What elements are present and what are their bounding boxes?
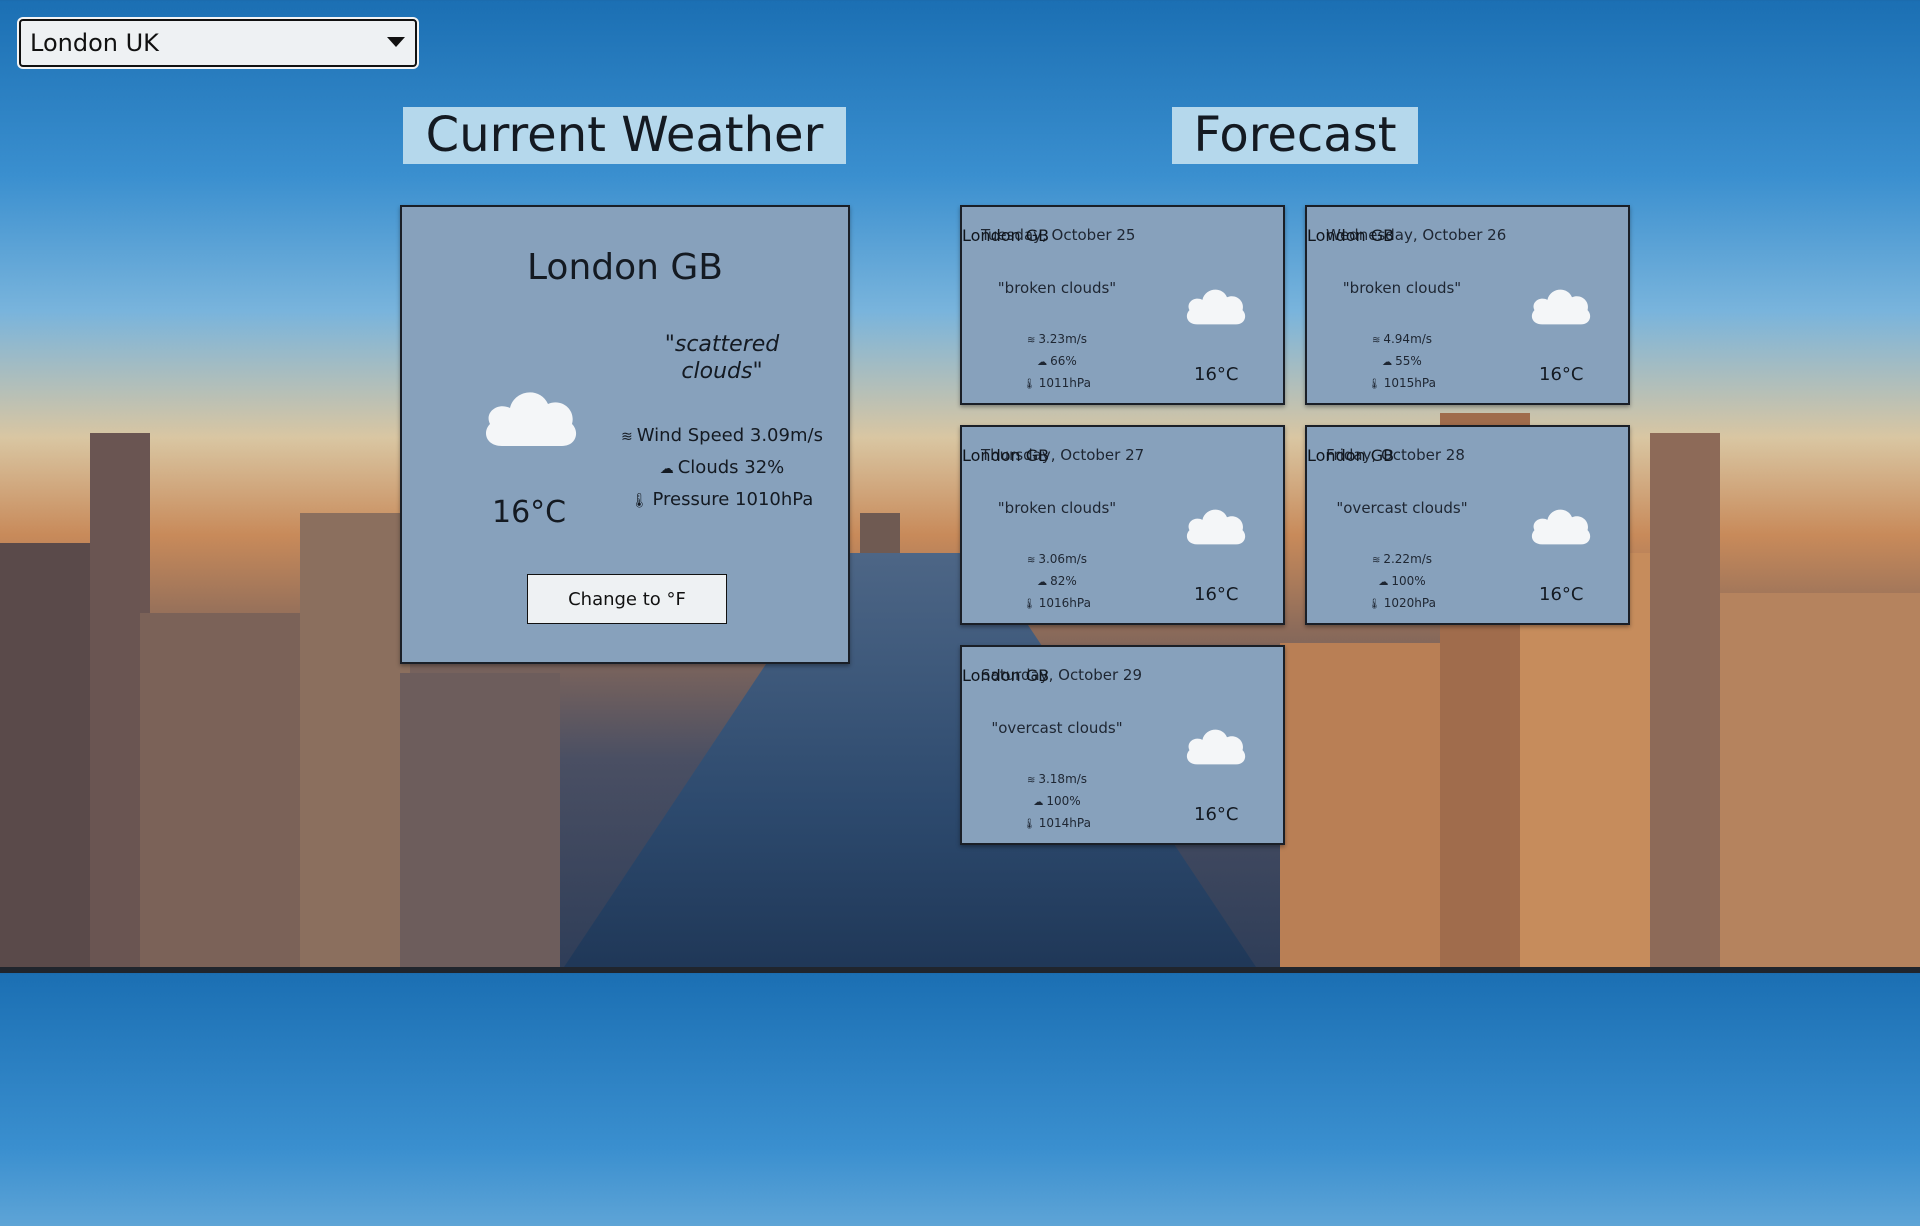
- thermometer-icon: 🌡: [630, 493, 649, 509]
- forecast-pressure: 1015hPa: [1383, 376, 1436, 390]
- clouds-row: ☁ Clouds 32%: [612, 457, 832, 480]
- forecast-date: Thursday, October 27: [981, 446, 1145, 464]
- forecast-card: Friday, October 28 London GB "overcast c…: [1305, 425, 1630, 625]
- forecast-wind: 3.23m/s: [1038, 332, 1088, 346]
- forecast-clouds: 82%: [1050, 574, 1077, 588]
- forecast-stats: ≋ 3.18m/s ☁ 100% 🌡 1014hPa: [962, 769, 1152, 835]
- forecast-date: Wednesday, October 26: [1326, 226, 1507, 244]
- thermometer-icon: 🌡: [1023, 599, 1036, 610]
- forecast-stats: ≋ 3.23m/s ☁ 66% 🌡 1011hPa: [962, 329, 1152, 395]
- thermometer-icon: 🌡: [1368, 599, 1381, 610]
- forecast-temperature: 16°C: [1539, 364, 1584, 385]
- wind-icon: ≋: [1026, 335, 1036, 346]
- forecast-card: Saturday, October 29 London GB "overcast…: [960, 645, 1285, 845]
- forecast-description: "broken clouds": [997, 499, 1117, 517]
- wind-icon: ≋: [1371, 335, 1381, 346]
- forecast-card: Wednesday, October 26 London GB "broken …: [1305, 205, 1630, 405]
- cloud-small-icon: ☁: [659, 461, 674, 477]
- forecast-wind: 3.06m/s: [1038, 552, 1088, 566]
- change-unit-button[interactable]: Change to °F: [527, 574, 727, 624]
- pressure-value: Pressure 1010hPa: [652, 489, 814, 510]
- forecast-pressure: 1016hPa: [1038, 596, 1091, 610]
- forecast-description: "broken clouds": [1342, 279, 1462, 297]
- cloud-icon: [1184, 723, 1248, 767]
- forecast-wind: 2.22m/s: [1383, 552, 1433, 566]
- forecast-temperature: 16°C: [1194, 584, 1239, 605]
- cloud-small-icon: ☁: [1037, 577, 1048, 588]
- forecast-description: "overcast clouds": [991, 719, 1123, 737]
- wind-row: ≋ Wind Speed 3.09m/s: [612, 425, 832, 448]
- cloud-icon: [1529, 503, 1593, 547]
- forecast-pressure: 1011hPa: [1038, 376, 1091, 390]
- forecast-date: Saturday, October 29: [981, 666, 1143, 684]
- forecast-date: Tuesday, October 25: [981, 226, 1136, 244]
- wind-icon: ≋: [621, 429, 633, 445]
- location-select-value: London UK: [30, 29, 159, 57]
- thermometer-icon: 🌡: [1023, 379, 1036, 390]
- current-weather-heading: Current Weather: [403, 107, 846, 164]
- current-weather-card: London GB 16°C "scattered clouds" ≋ Wind …: [400, 205, 850, 664]
- cloud-icon: [1184, 503, 1248, 547]
- forecast-temperature: 16°C: [1194, 804, 1239, 825]
- cloud-icon: [1529, 283, 1593, 327]
- cloud-icon: [1184, 283, 1248, 327]
- forecast-wind: 4.94m/s: [1383, 332, 1433, 346]
- forecast-heading: Forecast: [1172, 107, 1418, 164]
- forecast-description: "overcast clouds": [1336, 499, 1468, 517]
- forecast-card: Thursday, October 27 London GB "broken c…: [960, 425, 1285, 625]
- cloud-small-icon: ☁: [1037, 357, 1048, 368]
- current-stats: ≋ Wind Speed 3.09m/s ☁ Clouds 32% 🌡 Pressur…: [612, 425, 832, 521]
- forecast-clouds: 100%: [1046, 794, 1081, 808]
- wind-icon: ≋: [1026, 555, 1036, 566]
- cloud-small-icon: ☁: [1382, 357, 1393, 368]
- clouds-value: Clouds 32%: [677, 457, 785, 478]
- forecast-stats: ≋ 4.94m/s ☁ 55% 🌡 1015hPa: [1307, 329, 1497, 395]
- wind-icon: ≋: [1371, 555, 1381, 566]
- forecast-clouds: 100%: [1391, 574, 1426, 588]
- forecast-temperature: 16°C: [1539, 584, 1584, 605]
- forecast-pressure: 1020hPa: [1383, 596, 1436, 610]
- forecast-date: Friday, October 28: [1326, 446, 1465, 464]
- cloud-icon: [482, 382, 580, 450]
- wind-speed: Wind Speed 3.09m/s: [636, 425, 823, 446]
- forecast-clouds: 55%: [1395, 354, 1422, 368]
- forecast-card: Tuesday, October 25 London GB "broken cl…: [960, 205, 1285, 405]
- forecast-clouds: 66%: [1050, 354, 1077, 368]
- current-city: London GB: [527, 247, 723, 288]
- cloud-small-icon: ☁: [1033, 797, 1044, 808]
- forecast-description: "broken clouds": [997, 279, 1117, 297]
- cloud-small-icon: ☁: [1378, 577, 1389, 588]
- bottom-bar: [0, 967, 1920, 973]
- wind-icon: ≋: [1026, 775, 1036, 786]
- forecast-wind: 3.18m/s: [1038, 772, 1088, 786]
- forecast-stats: ≋ 2.22m/s ☁ 100% 🌡 1020hPa: [1307, 549, 1497, 615]
- forecast-stats: ≋ 3.06m/s ☁ 82% 🌡 1016hPa: [962, 549, 1152, 615]
- current-description: "scattered clouds": [664, 332, 780, 384]
- forecast-temperature: 16°C: [1194, 364, 1239, 385]
- thermometer-icon: 🌡: [1023, 819, 1036, 830]
- thermometer-icon: 🌡: [1368, 379, 1381, 390]
- pressure-row: 🌡 Pressure 1010hPa: [612, 489, 832, 512]
- forecast-pressure: 1014hPa: [1038, 816, 1091, 830]
- chevron-down-icon: [387, 37, 405, 47]
- location-select[interactable]: London UK: [19, 19, 417, 67]
- current-temperature: 16°C: [492, 495, 567, 530]
